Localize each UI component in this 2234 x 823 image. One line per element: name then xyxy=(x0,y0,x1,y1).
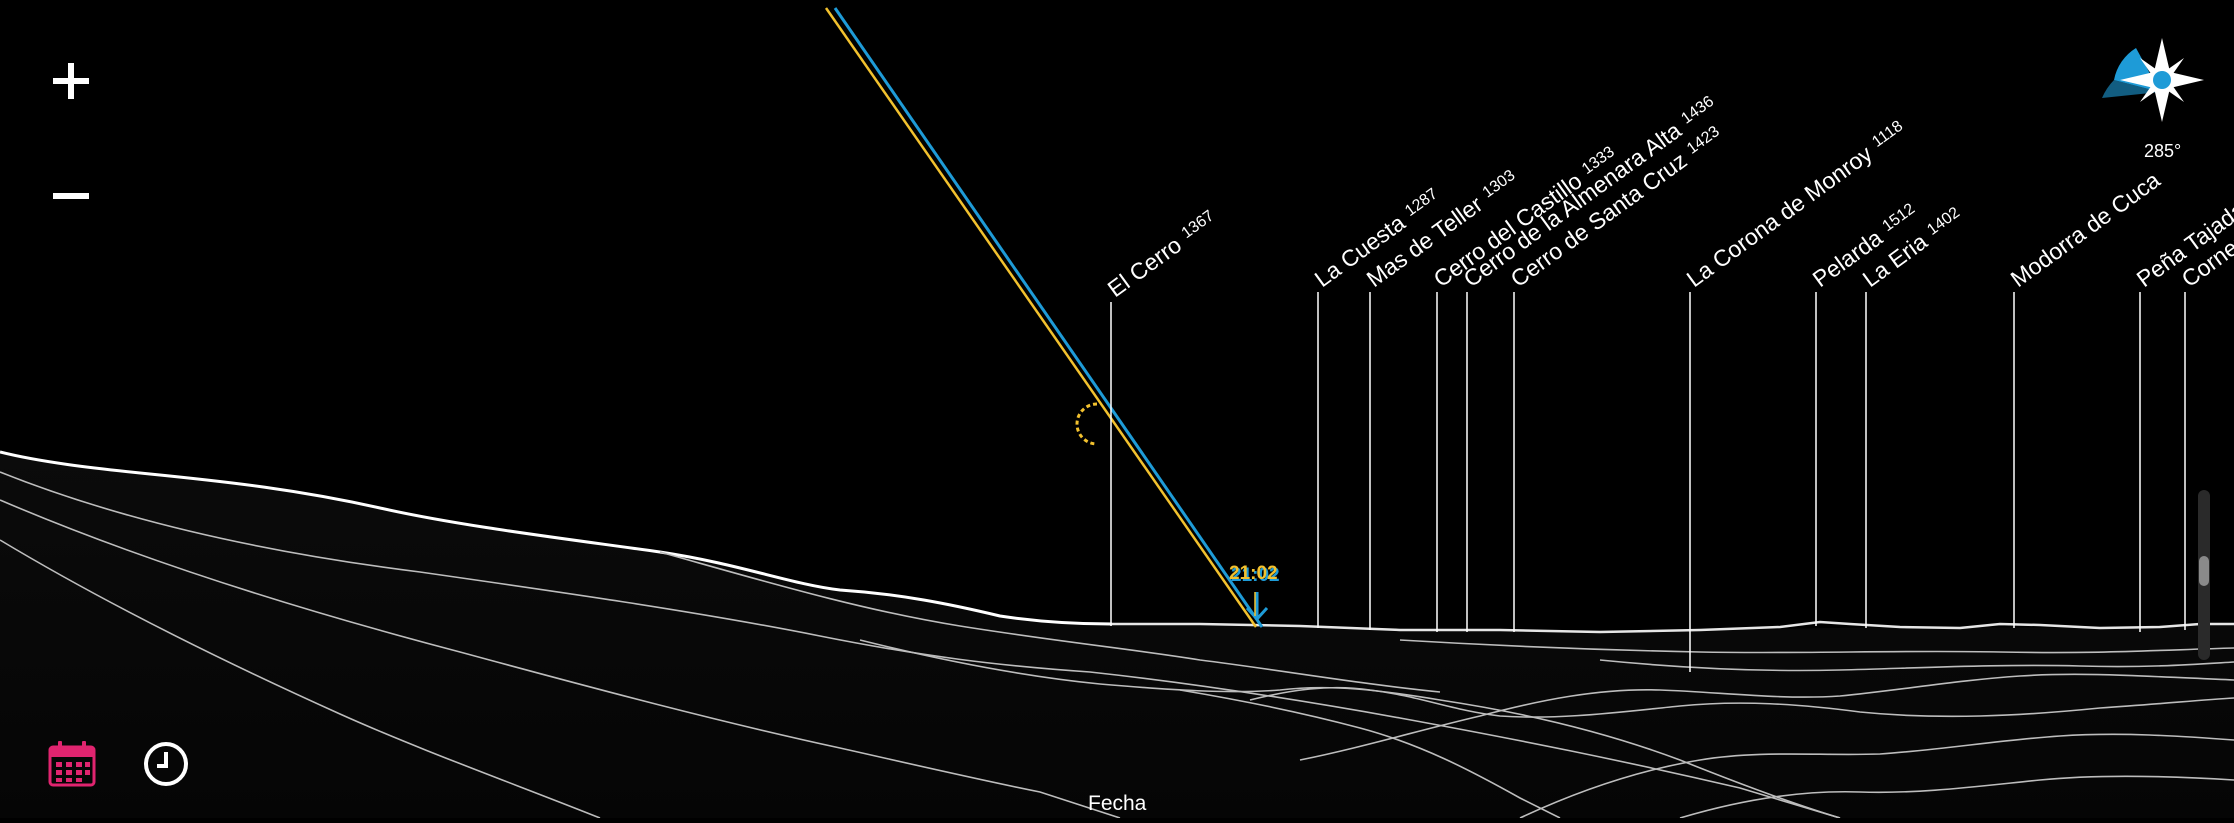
altitude-scroll-thumb[interactable] xyxy=(2199,556,2209,586)
minus-icon xyxy=(53,193,89,199)
clock-button[interactable] xyxy=(138,736,194,792)
peak-label: El Cerro1367 xyxy=(1103,206,1222,626)
zoom-out-button[interactable] xyxy=(40,165,102,227)
peak-label: La Corona de Monroy1118 xyxy=(1682,118,1906,672)
mode-label: Fecha xyxy=(1088,792,1147,815)
peak-elevation: 1303 xyxy=(1480,167,1519,202)
sun-marker xyxy=(1075,402,1098,446)
peak-elevation: 1402 xyxy=(1924,204,1963,239)
sun-path-yellow xyxy=(824,7,1258,628)
clock-icon xyxy=(144,742,188,786)
peak-elevation: 1367 xyxy=(1179,207,1218,242)
calendar-button[interactable] xyxy=(44,736,100,792)
peak-name: El Cerro xyxy=(1103,231,1187,302)
peak-elevation: 1287 xyxy=(1402,185,1441,220)
peak-label: Modorra de Cuca xyxy=(2006,166,2165,628)
arrow-down-icon xyxy=(1245,592,1269,622)
compass-rose-icon xyxy=(2102,38,2204,122)
peak-elevation: 1423 xyxy=(1684,123,1723,158)
panorama-svg[interactable]: 21:02 21:02 El Cerro1367 La Cuesta1287Mas… xyxy=(0,0,2234,819)
calendar-icon xyxy=(48,741,96,787)
plus-icon xyxy=(53,63,89,99)
peak-name-text: El Cerro1367 xyxy=(1103,206,1222,302)
peak-elevation: 1512 xyxy=(1879,200,1918,235)
peak-label: La Eria1402 xyxy=(1858,204,1963,628)
peak-elevation: 1118 xyxy=(1869,118,1906,151)
zoom-in-button[interactable] xyxy=(40,50,102,112)
compass-button[interactable] xyxy=(2100,30,2220,150)
panorama-view[interactable]: 21:02 21:02 El Cerro1367 La Cuesta1287 Mas… xyxy=(0,0,2234,819)
sun-path-blue xyxy=(833,7,1264,628)
peak-name: Cerro de la Almenara Alta xyxy=(1459,117,1686,292)
peak-elevation: 1436 xyxy=(1678,93,1717,128)
compass-heading: 285° xyxy=(2144,141,2182,161)
sunset-time-label: 21:02 xyxy=(1229,563,1278,584)
terrain-fill xyxy=(0,452,2234,818)
